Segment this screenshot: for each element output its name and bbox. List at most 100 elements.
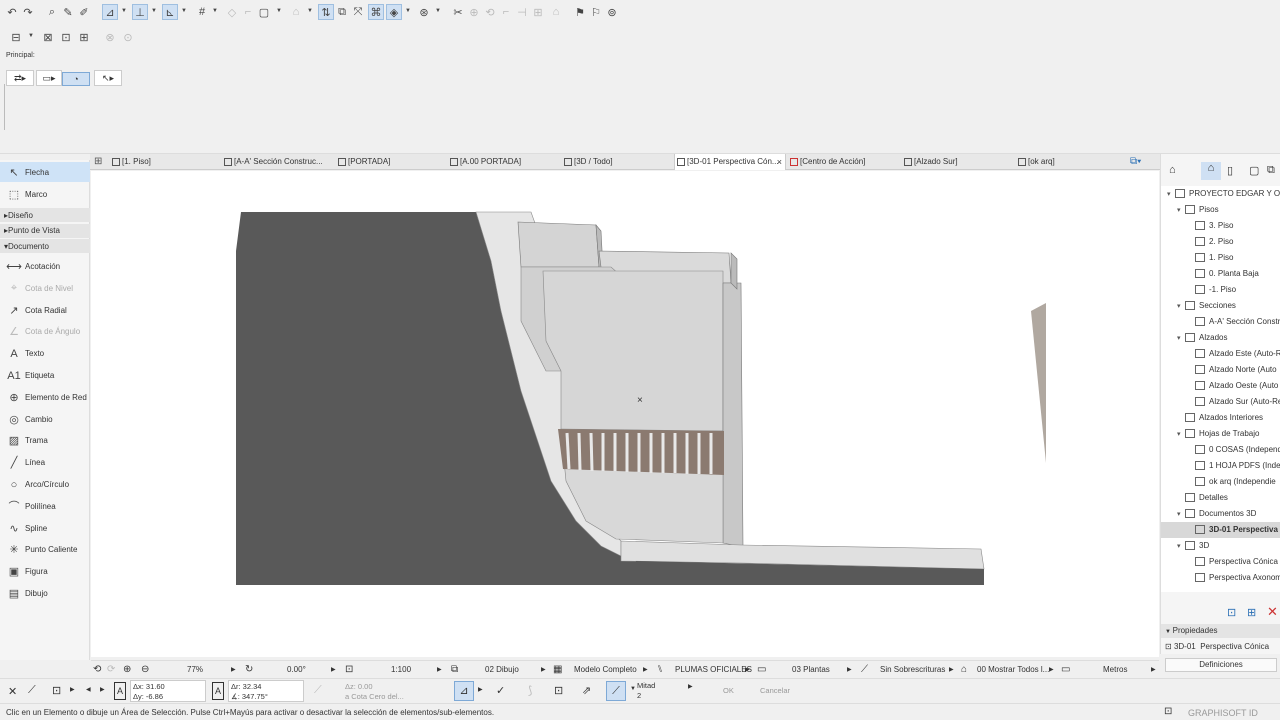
undo-zoom-icon[interactable]: ⟲	[93, 661, 101, 679]
navigator-item[interactable]: ▾ PROYECTO EDGAR Y OTI	[1161, 186, 1280, 202]
navigator-item[interactable]: -1. Piso	[1161, 282, 1280, 298]
graphic-overrides[interactable]: Sin Sobrescrituras	[880, 661, 945, 679]
chevron-down-icon[interactable]: ▾	[1177, 299, 1185, 314]
tool-arco-c-rculo[interactable]: ○ Arco/Círculo	[0, 475, 90, 495]
clone-view-icon[interactable]: ⊞	[1247, 606, 1256, 619]
chevron-down-icon[interactable]: ▾	[1177, 539, 1185, 554]
tool-dibujo[interactable]: ▤ Dibujo	[0, 584, 90, 604]
navigator-item[interactable]: 3D-01 Perspectiva C	[1161, 522, 1280, 538]
navigator-item[interactable]: 1. Piso	[1161, 250, 1280, 266]
tool-flecha[interactable]: ↖ Flecha	[0, 162, 90, 182]
tool-figura[interactable]: ▣ Figura	[0, 562, 90, 582]
tab-a00-portada[interactable]: [A.00 PORTADA]	[448, 154, 521, 170]
ok-button[interactable]: OK	[723, 686, 734, 695]
tool-etiqueta[interactable]: A1 Etiqueta	[0, 366, 90, 386]
new-view-icon[interactable]: ⊡	[1227, 606, 1236, 619]
tool-trama[interactable]: ▨ Trama	[0, 431, 90, 451]
tool-spline[interactable]: ∿ Spline	[0, 518, 90, 538]
tab-ok-arq[interactable]: [ok arq]	[1016, 154, 1055, 170]
polar-coords-icon[interactable]: A	[212, 682, 224, 700]
navigator-item[interactable]: Detalles	[1161, 490, 1280, 506]
navigator-item[interactable]: Alzado Este (Auto-R	[1161, 346, 1280, 362]
layout-icon[interactable]: ⊡	[1164, 706, 1172, 717]
toolbox-group-punto-de-vista[interactable]: ▸ Punto de Vista	[0, 223, 90, 238]
marker-icon[interactable]: ⚐	[588, 4, 604, 20]
scissors-icon[interactable]: ✂	[450, 4, 466, 20]
publisher-icon[interactable]: ⊡	[58, 29, 74, 45]
delete-icon[interactable]: ✕	[1267, 604, 1278, 620]
tool-texto[interactable]: A Texto	[0, 344, 90, 364]
tool-cota-radial[interactable]: ↗ Cota Radial	[0, 300, 90, 320]
trace-icon[interactable]: ⇅	[318, 4, 334, 20]
tab-portada[interactable]: [PORTADA]	[336, 154, 390, 170]
tool-acotaci-n[interactable]: ⟷ Acotación	[0, 257, 90, 277]
zoom-fit-icon[interactable]: ⤧	[350, 4, 366, 20]
tool-elemento-de-red[interactable]: ⊕ Elemento de Red	[0, 387, 90, 407]
tab-1-piso[interactable]: [1. Piso]	[110, 154, 151, 170]
cancel-button[interactable]: Cancelar	[760, 686, 790, 695]
navigator-item[interactable]: A-A' Sección Constr	[1161, 314, 1280, 330]
zoom-in-icon[interactable]: ⊕	[123, 661, 131, 679]
tool-punto-caliente[interactable]: ✳ Punto Caliente	[0, 540, 90, 560]
navigator-item[interactable]: ▾ Pisos	[1161, 202, 1280, 218]
navigator-item[interactable]: ▾ Documentos 3D	[1161, 506, 1280, 522]
absolute-coords-icon[interactable]: A	[114, 682, 126, 700]
toolbox-group-documento[interactable]: ▾ Documento	[0, 239, 90, 253]
chevron-down-icon[interactable]: ▾	[1177, 203, 1185, 218]
relative-construction-icon[interactable]: ⊾	[162, 4, 178, 20]
frame-icon[interactable]: ⊡	[554, 684, 563, 697]
eyedropper-icon[interactable]: ✎	[60, 4, 76, 20]
chevron-down-icon[interactable]: ▾	[1177, 331, 1185, 346]
magic-wand-icon[interactable]: ⌘	[368, 4, 384, 20]
special-snap-icon[interactable]: ⇗	[582, 684, 591, 697]
settings-dialog-icon[interactable]: ⊟	[8, 29, 24, 45]
flag-icon[interactable]: ⚑	[572, 4, 588, 20]
layout-icon[interactable]: ⊠	[40, 29, 56, 45]
navigator-item[interactable]: ▾ 3D	[1161, 538, 1280, 554]
graphisoft-id[interactable]: GRAPHISOFT ID	[1188, 708, 1258, 718]
tab-seccion[interactable]: [A-A' Sección Construc...	[222, 154, 323, 170]
tab-list-icon[interactable]: ⧉▾	[1130, 156, 1141, 167]
tab-grid-icon[interactable]: ⊞	[94, 156, 102, 167]
navigator-item[interactable]: ▾ Alzados	[1161, 330, 1280, 346]
tab-alzado-sur[interactable]: [Alzado Sur]	[902, 154, 958, 170]
selection-method-icon[interactable]: ⇄▸	[6, 70, 34, 86]
navigator-item[interactable]: Perspectiva Axonom	[1161, 570, 1280, 586]
project-map-icon[interactable]: ⌂	[1169, 164, 1176, 176]
navigator-item[interactable]: 0. Planta Baja	[1161, 266, 1280, 282]
tab-close-icon[interactable]: ×	[777, 154, 782, 170]
toolbox-group-dise-o[interactable]: ▸ Diseño	[0, 208, 90, 222]
navigator-item[interactable]: ok arq (Independie	[1161, 474, 1280, 490]
gravity-icon[interactable]: ⊥	[132, 4, 148, 20]
publisher-sets-icon[interactable]: ▢	[1249, 164, 1259, 177]
scale-value[interactable]: 1:100	[391, 661, 411, 679]
3d-viewport[interactable]: ×	[91, 171, 1159, 657]
view-map-icon[interactable]: ⌂	[1201, 162, 1221, 180]
find-select-icon[interactable]: ⌕	[44, 4, 60, 20]
constraint-icon[interactable]: ⟋	[28, 684, 36, 697]
globe-icon[interactable]: ⊛	[416, 4, 432, 20]
undo-icon[interactable]: ↶	[4, 4, 20, 20]
orientation-angle[interactable]: 0.00°	[287, 661, 306, 679]
chevron-down-icon[interactable]: ▾	[1177, 507, 1185, 522]
navigator-item[interactable]: Alzado Norte (Auto	[1161, 362, 1280, 378]
navigator-item[interactable]: ▾ Secciones	[1161, 298, 1280, 314]
close-icon[interactable]: ✕	[8, 685, 17, 698]
rotate-selection-icon[interactable]: ◔	[62, 72, 90, 86]
origin-icon[interactable]: ⊡	[52, 684, 61, 697]
tab-centro-accion[interactable]: [Centro de Acción]	[788, 154, 865, 170]
arrow-mode-icon[interactable]: ↖▸	[94, 70, 122, 86]
syringe-icon[interactable]: ✐	[76, 4, 92, 20]
tool-polil-nea[interactable]: ⌒ Polilínea	[0, 496, 90, 516]
partial-structure[interactable]: 03 Plantas	[792, 661, 830, 679]
tab-3d-perspectiva[interactable]: [3D-01 Perspectiva Cón... ×	[674, 154, 786, 170]
tab-3d-todo[interactable]: [3D / Todo]	[562, 154, 613, 170]
snap-ruler-icon[interactable]: ⊿	[454, 681, 474, 701]
view-3d-icon[interactable]: ◈	[386, 4, 402, 20]
navigator-item[interactable]: 3. Piso	[1161, 218, 1280, 234]
model-view-options[interactable]: Modelo Completo	[574, 661, 637, 679]
redo-icon[interactable]: ↷	[20, 4, 36, 20]
tool-marco[interactable]: ⬚ Marco	[0, 184, 90, 204]
navigator-item[interactable]: Perspectiva Cónica	[1161, 554, 1280, 570]
tool-cambio[interactable]: ◎ Cambio	[0, 409, 90, 429]
